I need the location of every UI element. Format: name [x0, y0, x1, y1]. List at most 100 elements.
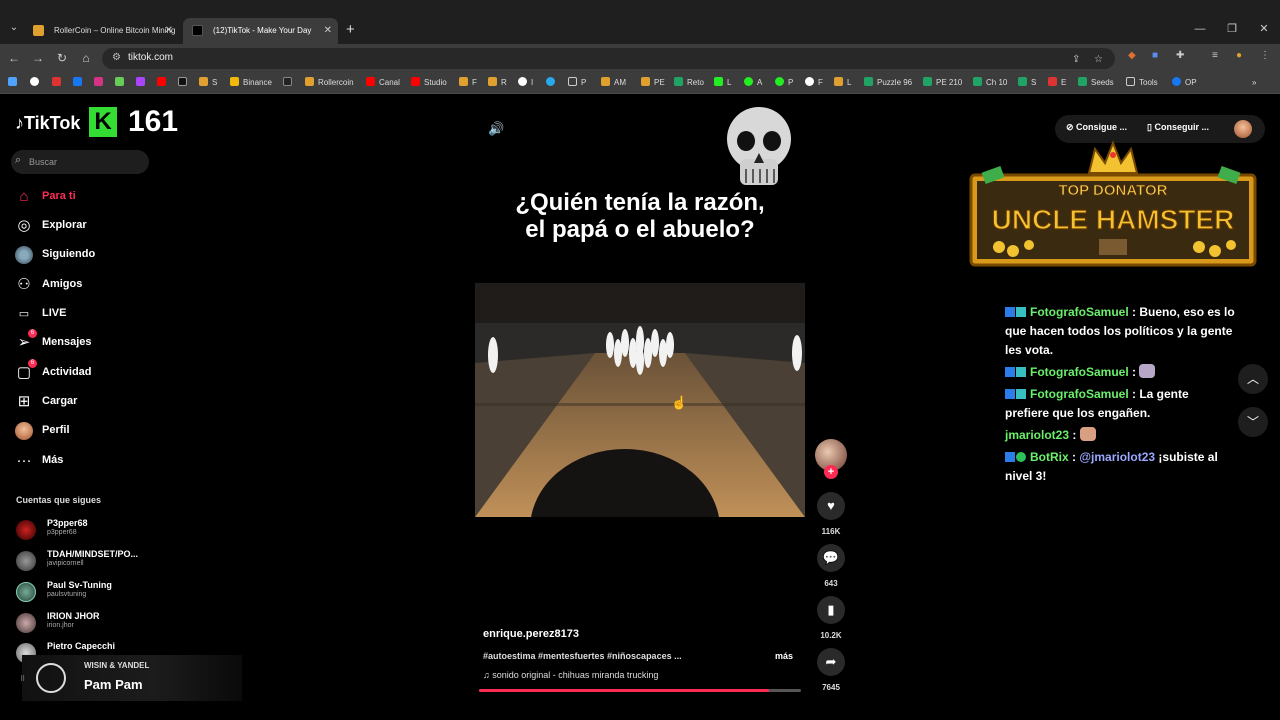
- bookmark-item[interactable]: [283, 76, 296, 90]
- tab-tiktok[interactable]: (12)TikTok - Make Your Day ✕: [183, 18, 338, 44]
- bookmark-star-icon[interactable]: ☆: [1094, 54, 1103, 65]
- tab-search-icon[interactable]: ⌄: [6, 20, 22, 36]
- bookmark-item[interactable]: [136, 76, 149, 90]
- chat-username[interactable]: FotografoSamuel: [1030, 387, 1129, 401]
- minimize-icon[interactable]: —: [1184, 16, 1216, 42]
- chat-username[interactable]: BotRix: [1030, 450, 1069, 464]
- video-author[interactable]: enrique.perez8173: [483, 628, 579, 640]
- following-account[interactable]: IRION JHOR irion.jhor: [16, 611, 166, 635]
- close-tab-icon[interactable]: ✕: [324, 18, 332, 44]
- bookmark-tools[interactable]: Tools: [1126, 76, 1158, 90]
- bookmark-item[interactable]: A: [744, 76, 762, 90]
- following-account[interactable]: Paul Sv-Tuning paulsvtuning: [16, 580, 166, 604]
- media-controls-icon[interactable]: ≡: [1212, 50, 1218, 61]
- bookmark-item[interactable]: S: [199, 76, 217, 90]
- search-input[interactable]: [29, 154, 139, 170]
- tiktok-logo[interactable]: ♪TikTok K: [15, 107, 117, 137]
- nav-actividad[interactable]: ▢ 6 Actividad: [15, 359, 165, 384]
- bookmark-item[interactable]: [8, 76, 21, 90]
- bookmark-pe210[interactable]: PE 210: [923, 76, 962, 90]
- chat-username[interactable]: FotografoSamuel: [1030, 305, 1129, 319]
- back-button[interactable]: ←: [4, 48, 24, 68]
- bookmark-item[interactable]: P: [775, 76, 793, 90]
- bookmark-item[interactable]: L: [834, 76, 851, 90]
- bookmark-item[interactable]: [73, 76, 86, 90]
- following-account[interactable]: TDAH/MINDSET/PO... javipicornell: [16, 549, 166, 573]
- bookmark-seeds[interactable]: Seeds: [1078, 76, 1114, 90]
- bookmark-item[interactable]: S: [1018, 76, 1036, 90]
- share-button[interactable]: ➦: [817, 648, 845, 676]
- close-window-icon[interactable]: ✕: [1248, 16, 1280, 42]
- more-description-button[interactable]: más: [775, 651, 793, 661]
- bookmark-item[interactable]: [30, 76, 43, 90]
- volume-icon[interactable]: 🔊: [488, 121, 504, 137]
- home-button[interactable]: ⌂: [76, 48, 96, 68]
- extension-fox-icon[interactable]: ◆: [1128, 50, 1136, 61]
- nav-mas[interactable]: ··· Más: [15, 450, 165, 472]
- bookmark-item[interactable]: I: [518, 76, 533, 90]
- bookmark-item[interactable]: L: [714, 76, 731, 90]
- nav-para-ti[interactable]: ⌂ Para ti: [15, 186, 165, 208]
- extension-shield-icon[interactable]: ■: [1152, 50, 1158, 61]
- video-progress-bar[interactable]: [479, 689, 801, 692]
- profile-icon[interactable]: ●: [1236, 50, 1242, 61]
- bookmark-item[interactable]: PE: [641, 76, 665, 90]
- bookmark-binance[interactable]: Binance: [230, 76, 272, 90]
- bookmark-item[interactable]: [178, 76, 191, 90]
- bookmark-sheet[interactable]: Reto: [674, 76, 704, 90]
- get-coins-button[interactable]: ⊘ Consigue ...: [1066, 122, 1127, 133]
- bookmark-item[interactable]: AM: [601, 76, 626, 90]
- bookmark-item[interactable]: R: [488, 76, 507, 90]
- bookmark-rollercoin[interactable]: Rollercoin: [305, 76, 354, 90]
- video-hashtags[interactable]: #autoestima #mentesfuertes #niñoscapaces…: [483, 651, 682, 661]
- like-button[interactable]: ♥: [817, 492, 845, 520]
- bookmarks-overflow-icon[interactable]: »: [1252, 76, 1256, 90]
- bookmark-op[interactable]: OP: [1172, 76, 1197, 90]
- chat-username[interactable]: jmariolot23: [1005, 428, 1069, 442]
- search-box[interactable]: ⌕: [11, 150, 149, 174]
- bookmark-item[interactable]: F: [805, 76, 823, 90]
- save-button[interactable]: ▮: [817, 596, 845, 624]
- music-note-icon: ♫: [483, 670, 493, 680]
- nav-perfil[interactable]: Perfil: [15, 420, 165, 442]
- bookmark-item[interactable]: [115, 76, 128, 90]
- extensions-puzzle-icon[interactable]: ✚: [1176, 50, 1184, 61]
- following-account[interactable]: P3pper68 p3pper68: [16, 518, 166, 542]
- bookmark-item[interactable]: [546, 76, 559, 90]
- bookmark-folder[interactable]: P: [568, 76, 586, 90]
- restore-icon[interactable]: ❐: [1216, 16, 1248, 42]
- bookmark-item[interactable]: [157, 76, 170, 90]
- close-tab-icon[interactable]: ✕: [165, 18, 173, 44]
- address-bar[interactable]: ⚙ tiktok.com ⇪ ☆: [102, 48, 1115, 69]
- nav-live[interactable]: ▭ LIVE: [15, 303, 165, 325]
- nav-siguiendo[interactable]: Siguiendo: [15, 244, 165, 266]
- bookmark-canal[interactable]: Canal: [366, 76, 400, 90]
- bookmark-item[interactable]: [94, 76, 107, 90]
- bookmark-item[interactable]: F: [459, 76, 477, 90]
- reload-button[interactable]: ↻: [52, 48, 72, 68]
- chat-username[interactable]: FotografoSamuel: [1030, 365, 1129, 379]
- get-app-button[interactable]: ▯ Conseguir ...: [1147, 122, 1209, 133]
- nav-cargar[interactable]: ⊞ Cargar: [15, 391, 165, 413]
- browser-menu-icon[interactable]: ⋮: [1260, 50, 1270, 61]
- follow-plus-button[interactable]: +: [824, 465, 838, 479]
- new-tab-button[interactable]: +: [346, 19, 355, 41]
- forward-button[interactable]: →: [28, 48, 48, 68]
- chat-mention[interactable]: @jmariolot23: [1079, 450, 1155, 464]
- site-info-icon[interactable]: ⚙: [112, 52, 121, 63]
- nav-amigos[interactable]: ⚇ Amigos: [15, 274, 165, 296]
- nav-explorar[interactable]: ◎ Explorar: [15, 215, 165, 237]
- video-sound[interactable]: ♫ sonido original - chihuas miranda truc…: [483, 670, 658, 680]
- comment-button[interactable]: 💬: [817, 544, 845, 572]
- bookmark-ch10[interactable]: Ch 10: [973, 76, 1007, 90]
- bookmark-item[interactable]: [52, 76, 65, 90]
- tab-rollercoin[interactable]: RollerCoin – Online Bitcoin Mining ✕: [24, 18, 179, 44]
- previous-video-button[interactable]: ︿: [1238, 364, 1268, 394]
- nav-mensajes[interactable]: ➢ 6 Mensajes: [15, 329, 165, 354]
- bookmark-studio[interactable]: Studio: [411, 76, 447, 90]
- bookmark-item[interactable]: E: [1048, 76, 1066, 90]
- next-video-button[interactable]: ﹀: [1238, 407, 1268, 437]
- bookmark-puzzle96[interactable]: Puzzle 96: [864, 76, 912, 90]
- install-icon[interactable]: ⇪: [1072, 54, 1080, 65]
- bowling-video-frame[interactable]: [475, 283, 805, 517]
